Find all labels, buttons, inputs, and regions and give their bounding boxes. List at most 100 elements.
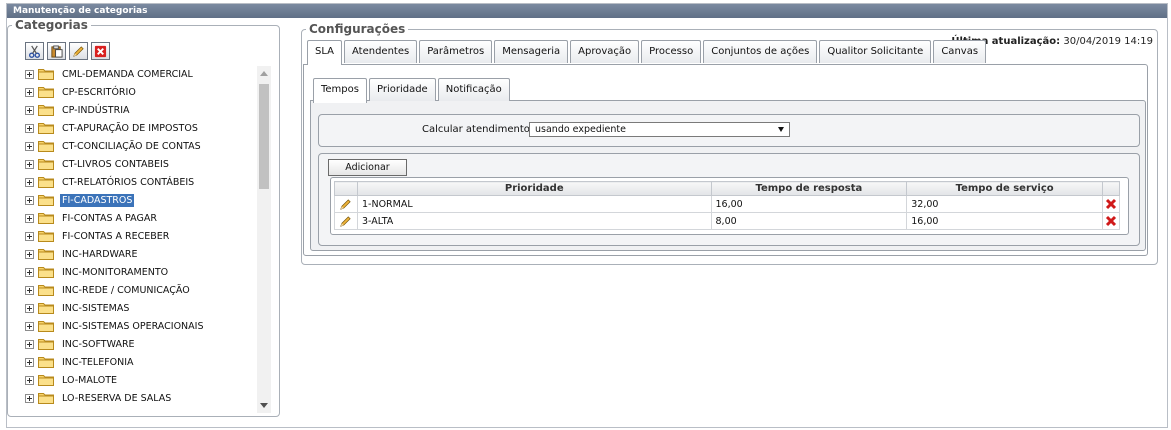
tree-item-label[interactable]: INC-HARDWARE xyxy=(60,248,140,261)
tab-conjuntos-de-a-es[interactable]: Conjuntos de ações xyxy=(703,40,818,63)
tree-item[interactable]: LO-RESERVA DE SALAS xyxy=(25,389,261,407)
subtab-notifica-o[interactable]: Notificação xyxy=(437,78,510,101)
tree-item-label[interactable]: INC-MONITORAMENTO xyxy=(60,266,170,279)
tree-item-label[interactable]: CP-ESCRITÓRIO xyxy=(60,86,138,99)
tree-item[interactable]: INC-REDE / COMUNICAÇÃO xyxy=(25,281,261,299)
grid-header-prioridade[interactable]: Prioridade xyxy=(356,181,712,196)
tree-item-label[interactable]: FI-CONTAS A PAGAR xyxy=(60,212,159,225)
tree-item[interactable]: INC-SOFTWARE xyxy=(25,335,261,353)
tree-item[interactable]: CT-RELATÓRIOS CONTÁBEIS xyxy=(25,173,261,191)
folder-icon xyxy=(38,195,54,206)
expand-plus-icon[interactable] xyxy=(25,141,34,151)
folder-icon xyxy=(38,375,54,386)
tab-qualitor-solicitante[interactable]: Qualitor Solicitante xyxy=(819,40,932,63)
tree-item-label[interactable]: CP-INDÚSTRIA xyxy=(60,104,132,117)
tree-item-label[interactable]: LO-RESERVA DE SALAS xyxy=(60,392,173,405)
expand-plus-icon[interactable] xyxy=(25,303,34,313)
delete-cell[interactable] xyxy=(1101,195,1121,213)
category-tree: CML-DEMANDA COMERCIAL CP-ESCRITÓRIO CP-IND… xyxy=(25,65,261,409)
tree-scrollbar[interactable] xyxy=(257,66,271,413)
red-x-icon[interactable] xyxy=(1105,198,1117,210)
tree-item[interactable]: CP-ESCRITÓRIO xyxy=(25,83,261,101)
tree-item[interactable]: CP-INDÚSTRIA xyxy=(25,101,261,119)
expand-plus-icon[interactable] xyxy=(25,213,34,223)
tree-item[interactable]: CT-APURAÇÃO DE IMPOSTOS xyxy=(25,119,261,137)
edit-cell[interactable] xyxy=(334,212,358,230)
expand-plus-icon[interactable] xyxy=(25,249,34,259)
expand-plus-icon[interactable] xyxy=(25,105,34,115)
tree-item[interactable]: CT-LIVROS CONTABEIS xyxy=(25,155,261,173)
delete-cell[interactable] xyxy=(1101,212,1121,230)
scroll-up-arrow-icon[interactable] xyxy=(260,71,268,76)
scroll-thumb[interactable] xyxy=(259,84,269,189)
expand-plus-icon[interactable] xyxy=(25,357,34,367)
edit-button[interactable] xyxy=(69,42,88,60)
expand-plus-icon[interactable] xyxy=(25,321,34,331)
expand-plus-icon[interactable] xyxy=(25,339,34,349)
tree-item-label[interactable]: CT-APURAÇÃO DE IMPOSTOS xyxy=(60,122,200,135)
tab-processo[interactable]: Processo xyxy=(641,40,702,63)
tree-item[interactable]: INC-MONITORAMENTO xyxy=(25,263,261,281)
tree-item-label[interactable]: INC-SISTEMAS xyxy=(60,302,131,315)
tree-item-label[interactable]: INC-TELEFONIA xyxy=(60,356,136,369)
expand-plus-icon[interactable] xyxy=(25,393,34,403)
red-x-icon[interactable] xyxy=(1105,215,1117,227)
scroll-down-arrow-icon[interactable] xyxy=(260,403,268,408)
expand-plus-icon[interactable] xyxy=(25,87,34,97)
tree-item[interactable]: FI-CONTAS A PAGAR xyxy=(25,209,261,227)
folder-icon xyxy=(38,285,54,296)
expand-plus-icon[interactable] xyxy=(25,375,34,385)
pencil-icon[interactable] xyxy=(339,215,352,228)
tree-item[interactable]: CML-DEMANDA COMERCIAL xyxy=(25,65,261,83)
expand-plus-icon[interactable] xyxy=(25,177,34,187)
tab-par-metros[interactable]: Parâmetros xyxy=(419,40,493,63)
grid-header-resposta[interactable]: Tempo de resposta xyxy=(710,181,908,196)
tree-item-label[interactable]: LO-MALOTE xyxy=(60,374,119,387)
tab-atendentes[interactable]: Atendentes xyxy=(344,40,418,63)
tab-aprova-o[interactable]: Aprovação xyxy=(570,40,640,63)
folder-icon xyxy=(38,249,54,260)
tree-item-label[interactable]: FI-CONTAS A RECEBER xyxy=(60,230,171,243)
tab-sla[interactable]: SLA xyxy=(307,40,342,65)
paste-button[interactable] xyxy=(47,42,66,60)
grid-header-servico[interactable]: Tempo de serviço xyxy=(906,181,1103,196)
folder-icon xyxy=(38,141,54,152)
expand-plus-icon[interactable] xyxy=(25,231,34,241)
tree-item-label[interactable]: CT-LIVROS CONTABEIS xyxy=(60,158,171,171)
tree-item[interactable]: INC-SISTEMAS OPERACIONAIS xyxy=(25,317,261,335)
tree-item[interactable]: CT-CONCILIAÇÃO DE CONTAS xyxy=(25,137,261,155)
expand-plus-icon[interactable] xyxy=(25,285,34,295)
clipboard-icon xyxy=(51,44,63,58)
subtab-tempos[interactable]: Tempos xyxy=(313,78,367,103)
expand-plus-icon[interactable] xyxy=(25,195,34,205)
tree-item-label[interactable]: FI-CADASTROS xyxy=(60,193,135,207)
expand-plus-icon[interactable] xyxy=(25,123,34,133)
tree-item[interactable]: INC-HARDWARE xyxy=(25,245,261,263)
tree-item[interactable]: INC-TELEFONIA xyxy=(25,353,261,371)
window-title: Manutenção de categorias xyxy=(7,4,1167,18)
tree-item-label[interactable]: INC-SOFTWARE xyxy=(60,338,137,351)
tree-item-label[interactable]: CT-RELATÓRIOS CONTÁBEIS xyxy=(60,176,196,189)
delete-button[interactable] xyxy=(91,42,110,60)
tree-item[interactable]: FI-CONTAS A RECEBER xyxy=(25,227,261,245)
expand-plus-icon[interactable] xyxy=(25,159,34,169)
pencil-icon[interactable] xyxy=(339,198,352,211)
expand-plus-icon[interactable] xyxy=(25,69,34,79)
tab-mensageria[interactable]: Mensageria xyxy=(494,40,569,63)
cell-prioridade: 3-ALTA xyxy=(356,212,712,230)
tree-item[interactable]: LO-MALOTE xyxy=(25,371,261,389)
tree-item-label[interactable]: CT-CONCILIAÇÃO DE CONTAS xyxy=(60,140,203,153)
add-time-button[interactable]: Adicionar tempo xyxy=(328,159,407,188)
tree-item[interactable]: INC-SISTEMAS xyxy=(25,299,261,317)
edit-cell[interactable] xyxy=(334,195,358,213)
cut-button[interactable] xyxy=(25,42,44,60)
tree-item-label[interactable]: CML-DEMANDA COMERCIAL xyxy=(60,68,195,81)
tree-item-label[interactable]: INC-SISTEMAS OPERACIONAIS xyxy=(60,320,206,333)
folder-icon xyxy=(38,105,54,116)
calc-select[interactable]: usando expediente xyxy=(529,122,790,137)
tab-canvas[interactable]: Canvas xyxy=(933,40,987,63)
expand-plus-icon[interactable] xyxy=(25,267,34,277)
subtab-prioridade[interactable]: Prioridade xyxy=(368,78,436,101)
tree-item[interactable]: FI-CADASTROS xyxy=(25,191,261,209)
tree-item-label[interactable]: INC-REDE / COMUNICAÇÃO xyxy=(60,284,192,297)
